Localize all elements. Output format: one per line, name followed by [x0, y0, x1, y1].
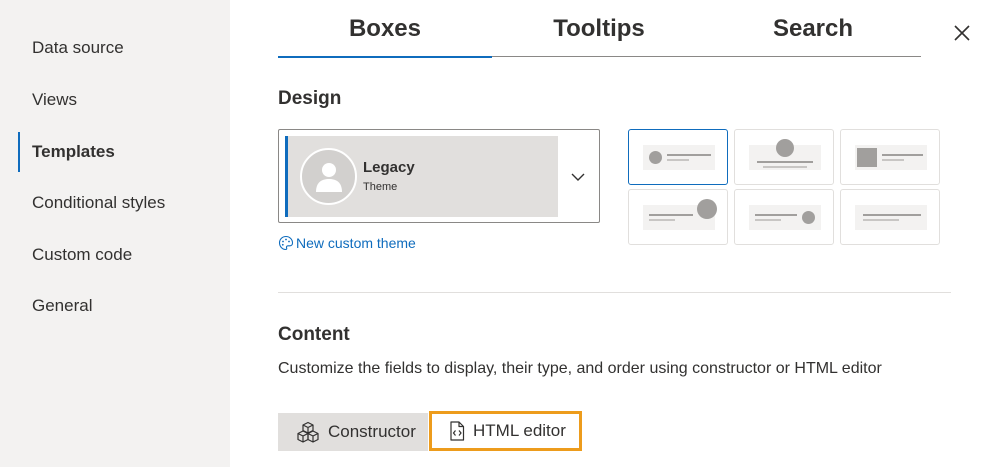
layout-option-avatar-right[interactable]: [734, 189, 834, 245]
design-heading: Design: [278, 88, 342, 109]
main-panel: Boxes Tooltips Search Design Legacy Them…: [230, 0, 987, 467]
chevron-down-icon: [571, 173, 585, 181]
constructor-label: Constructor: [328, 422, 416, 441]
sidebar: Data source Views Templates Conditional …: [0, 0, 230, 467]
code-file-icon: [450, 421, 465, 441]
layout-option-avatar-top[interactable]: [734, 129, 834, 185]
theme-dropdown[interactable]: Legacy Theme: [278, 129, 600, 223]
sidebar-item-general[interactable]: General: [18, 286, 230, 326]
avatar: [300, 148, 357, 205]
constructor-button[interactable]: Constructor: [278, 413, 428, 451]
sidebar-item-views[interactable]: Views: [18, 80, 230, 120]
new-custom-theme-link[interactable]: New custom theme: [278, 233, 416, 253]
layout-option-avatar-left[interactable]: [628, 129, 728, 185]
layout-preview: [749, 139, 821, 170]
sidebar-item-data-source[interactable]: Data source: [18, 28, 230, 68]
layout-preview: [643, 145, 715, 170]
sidebar-item-conditional-styles[interactable]: Conditional styles: [18, 183, 230, 223]
new-custom-theme-label: New custom theme: [296, 235, 416, 251]
layout-preview: [855, 205, 927, 230]
tab-boxes[interactable]: Boxes: [278, 0, 492, 58]
layout-option-avatar-top-right[interactable]: [628, 189, 728, 245]
layout-preview: [643, 199, 717, 230]
html-editor-button[interactable]: HTML editor: [429, 411, 582, 451]
tab-tooltips[interactable]: Tooltips: [492, 0, 706, 57]
section-divider: [278, 292, 951, 293]
theme-name: Legacy: [363, 159, 415, 176]
tab-search[interactable]: Search: [706, 0, 920, 57]
layout-option-square-left[interactable]: [840, 129, 940, 185]
theme-preview-card: Legacy Theme: [285, 136, 558, 217]
close-button[interactable]: [951, 21, 973, 45]
layout-option-text-only[interactable]: [840, 189, 940, 245]
cubes-icon: [297, 421, 319, 443]
layout-preview: [855, 145, 927, 170]
layout-preview: [749, 205, 821, 230]
html-editor-label: HTML editor: [473, 421, 566, 440]
person-icon: [315, 162, 342, 192]
content-description: Customize the fields to display, their t…: [278, 360, 882, 377]
theme-subtitle: Theme: [363, 181, 398, 193]
sidebar-item-custom-code[interactable]: Custom code: [18, 235, 230, 275]
content-heading: Content: [278, 324, 350, 345]
palette-icon: [278, 235, 294, 251]
close-icon: [954, 25, 970, 41]
sidebar-item-templates[interactable]: Templates: [18, 132, 230, 172]
tab-list: Boxes Tooltips Search: [278, 0, 921, 58]
